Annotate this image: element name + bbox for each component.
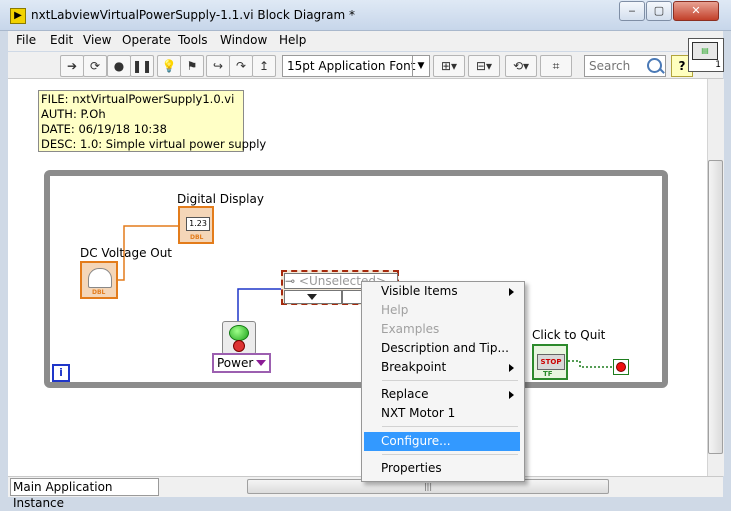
menu-item-label: Description and Tip...	[381, 341, 509, 355]
cleanup-diagram-button[interactable]: ⌗	[540, 55, 572, 77]
dc-voltage-label: DC Voltage Out	[80, 246, 173, 260]
search-box	[584, 55, 666, 77]
title-bar[interactable]: ▶ nxtLabviewVirtualPowerSupply-1.1.vi Bl…	[0, 0, 731, 31]
submenu-arrow-icon	[509, 364, 514, 372]
window-title: nxtLabviewVirtualPowerSupply-1.1.vi Bloc…	[31, 8, 355, 22]
run-continuously-button[interactable]: ⟳	[83, 55, 107, 77]
power-knob-icon	[233, 340, 245, 352]
menu-file[interactable]: File	[16, 33, 36, 47]
power-nxt-block[interactable]	[222, 321, 256, 355]
comment-description: DESC: 1.0: Simple virtual power supply	[41, 137, 267, 151]
digital-display-indicator[interactable]: 1.23 DBL	[178, 206, 214, 244]
digital-display-type: DBL	[190, 234, 204, 241]
submenu-arrow-icon	[509, 391, 514, 399]
step-out-button[interactable]: ↥	[252, 55, 276, 77]
chevron-down-icon: ▼	[412, 56, 429, 76]
stop-button-face: STOP	[537, 354, 565, 370]
step-into-button[interactable]: ↪	[206, 55, 230, 77]
digital-display-label: Digital Display	[177, 192, 264, 206]
diagram-comment[interactable]: FILE: nxtVirtualPowerSupply1.0.vi AUTH: …	[38, 90, 267, 152]
vi-icon: ▤	[692, 42, 718, 60]
menu-edit[interactable]: Edit	[50, 33, 73, 47]
chevron-down-icon	[256, 360, 266, 366]
menu-item-properties[interactable]: Properties	[364, 459, 520, 478]
comment-author: AUTH: P.Oh	[41, 107, 106, 121]
stop-button-label: Click to Quit	[532, 328, 606, 342]
plug-icon: ⊸	[285, 274, 296, 288]
menu-item-help: Help	[364, 301, 520, 320]
menu-separator	[382, 380, 518, 381]
menu-item-breakpoint[interactable]: Breakpoint	[364, 358, 520, 377]
search-icon[interactable]	[647, 58, 662, 73]
labview-vi-icon: ▶	[10, 8, 26, 24]
minimize-button[interactable]: ‒	[619, 1, 645, 21]
dc-voltage-type: DBL	[92, 289, 106, 296]
menu-operate[interactable]: Operate	[122, 33, 171, 47]
reorder-button[interactable]: ⟲▾	[505, 55, 537, 77]
power-led-icon	[229, 325, 249, 341]
menu-item-visible-items[interactable]: Visible Items	[364, 282, 520, 301]
menu-tools[interactable]: Tools	[178, 33, 208, 47]
application-instance-label: Main Application Instance	[10, 478, 159, 510]
menu-item-label: Examples	[381, 322, 440, 336]
power-ring-label: Power	[217, 356, 254, 370]
menu-item-label: Breakpoint	[381, 360, 447, 374]
menu-item-label: Help	[381, 303, 409, 317]
pause-button[interactable]: ❚❚	[130, 55, 154, 77]
distribute-objects-button[interactable]: ⊟▾	[468, 55, 500, 77]
menu-item-nxt-motor-1[interactable]: NXT Motor 1	[364, 404, 520, 423]
align-objects-button[interactable]: ⊞▾	[433, 55, 465, 77]
step-over-button[interactable]: ↷	[229, 55, 253, 77]
close-button[interactable]: ✕	[673, 1, 719, 21]
stop-button-type: TF	[543, 370, 553, 378]
menu-window[interactable]: Window	[220, 33, 267, 47]
menu-item-label: Visible Items	[381, 284, 458, 298]
menu-item-examples: Examples	[364, 320, 520, 339]
loop-iteration-terminal[interactable]: i	[52, 364, 70, 382]
comment-date: DATE: 06/19/18 10:38	[41, 122, 167, 136]
vertical-scrollbar-thumb[interactable]	[708, 160, 723, 454]
font-select[interactable]: 15pt Application Font ▼	[282, 55, 430, 77]
highlight-execution-button[interactable]: 💡	[157, 55, 181, 77]
stop-button-control[interactable]: STOP TF	[532, 344, 568, 380]
connector-pane-number: 1	[715, 60, 721, 70]
menu-item-label: Configure...	[381, 434, 451, 448]
menu-separator	[382, 426, 518, 427]
connector-pane-icon[interactable]: ▤ 1	[688, 38, 724, 72]
font-select-value: 15pt Application Font	[287, 59, 416, 73]
run-arrow-button[interactable]: ➔	[60, 55, 84, 77]
comment-file: FILE: nxtVirtualPowerSupply1.0.vi	[41, 92, 235, 106]
menu-view[interactable]: View	[83, 33, 111, 47]
menu-bar: File Edit View Operate Tools Window Help	[8, 31, 723, 51]
menu-item-configure[interactable]: Configure...	[364, 432, 520, 451]
dc-voltage-knob-control[interactable]: DBL	[80, 261, 118, 299]
digital-display-value: 1.23	[186, 217, 210, 231]
abort-button[interactable]: ●	[107, 55, 131, 77]
retain-wire-values-button[interactable]: ⚑	[180, 55, 204, 77]
power-ring-control[interactable]: Power	[212, 353, 271, 373]
menu-separator	[382, 454, 518, 455]
property-node-dropdown[interactable]	[284, 290, 342, 304]
menu-item-description-and-tip[interactable]: Description and Tip...	[364, 339, 520, 358]
maximize-button[interactable]: ▢	[646, 1, 672, 21]
toolbar: ➔ ⟳ ● ❚❚ 💡 ⚑ ↪ ↷ ↥ 15pt Application Font…	[8, 52, 723, 79]
menu-item-label: Replace	[381, 387, 429, 401]
loop-condition-terminal[interactable]	[613, 359, 629, 375]
menu-help[interactable]: Help	[279, 33, 306, 47]
menu-item-label: NXT Motor 1	[381, 406, 456, 420]
context-menu: Visible Items Help Examples Description …	[361, 281, 525, 482]
search-input[interactable]	[587, 56, 647, 76]
menu-item-replace[interactable]: Replace	[364, 385, 520, 404]
knob-dial-icon	[88, 268, 112, 288]
menu-item-label: Properties	[381, 461, 442, 475]
submenu-arrow-icon	[509, 288, 514, 296]
chevron-down-icon	[307, 294, 317, 300]
